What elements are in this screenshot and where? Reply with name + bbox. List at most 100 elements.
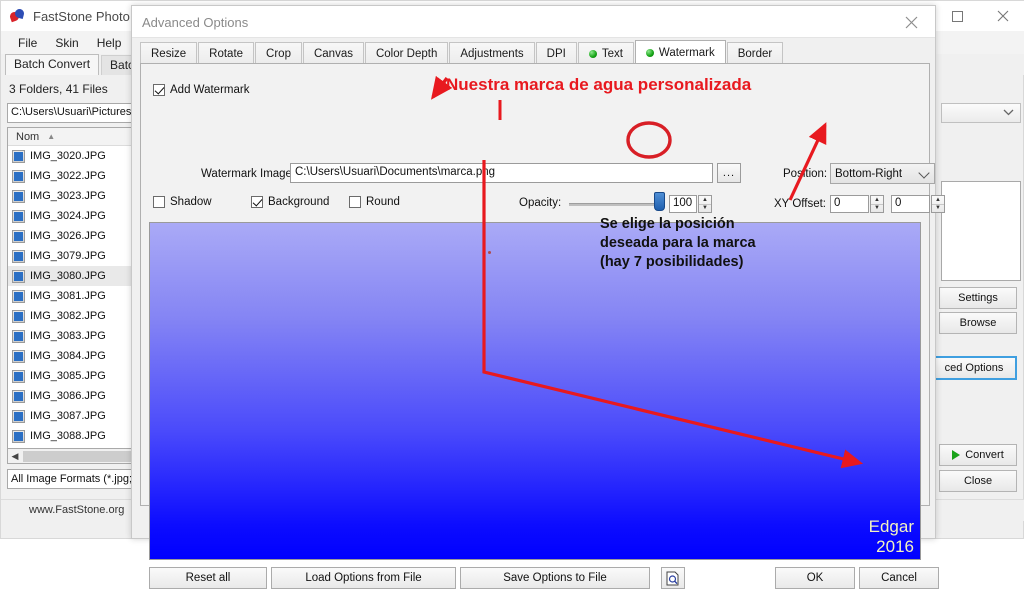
file-list-header[interactable]: Nom ▲ [8, 128, 133, 146]
file-list-item[interactable]: IMG_3079.JPG [8, 246, 133, 266]
ok-button[interactable]: OK [775, 567, 855, 589]
maximize-icon[interactable] [935, 1, 980, 31]
output-preview-box [941, 181, 1021, 281]
advanced-options-button[interactable]: ced Options [931, 356, 1017, 380]
file-list-item[interactable]: IMG_3024.JPG [8, 206, 133, 226]
position-select[interactable]: Bottom-Right [830, 163, 935, 184]
image-file-icon [12, 349, 25, 363]
xy-offset-y-input[interactable]: 0 [891, 195, 930, 213]
preview-watermark-line1: Edgar [868, 517, 914, 536]
file-list-item[interactable]: IMG_3022.JPG [8, 166, 133, 186]
watermark-image-input[interactable]: C:\Users\Usuari\Documents\marca.png [290, 163, 713, 183]
close-button[interactable]: Close [939, 470, 1017, 492]
stepper-down-icon[interactable]: ▼ [699, 205, 711, 213]
file-list-item[interactable]: IMG_3082.JPG [8, 306, 133, 326]
stepper-down-icon[interactable]: ▼ [932, 205, 944, 213]
file-list-item[interactable]: IMG_3081.JPG [8, 286, 133, 306]
background-label: Background [268, 196, 330, 208]
xy-offset-x-input[interactable]: 0 [830, 195, 869, 213]
image-file-icon [12, 309, 25, 323]
round-checkbox[interactable]: Round [349, 196, 400, 208]
close-icon[interactable] [980, 1, 1024, 31]
dialog-tab-resize[interactable]: Resize [140, 42, 198, 64]
window-controls [935, 1, 1024, 31]
dialog-titlebar: Advanced Options [132, 6, 935, 38]
xy-offset-x-stepper[interactable]: ▲ ▼ [870, 195, 884, 213]
opacity-label: Opacity: [519, 197, 562, 209]
file-list-item[interactable]: IMG_3020.JPG [8, 146, 133, 166]
file-list-item-label: IMG_3085.JPG [30, 370, 106, 382]
dialog-tab-adjustments[interactable]: Adjustments [449, 42, 535, 64]
dialog-tab-color-depth[interactable]: Color Depth [364, 42, 449, 64]
opacity-stepper[interactable]: ▲ ▼ [698, 195, 712, 213]
file-list-item[interactable]: IMG_3026.JPG [8, 226, 133, 246]
file-list-item-label: IMG_3079.JPG [30, 250, 106, 262]
menu-help[interactable]: Help [88, 34, 131, 52]
background-checkbox[interactable]: Background [251, 196, 329, 208]
file-list-rows: IMG_3020.JPG IMG_3022.JPG IMG_3023.JPG IMG_… [8, 146, 133, 448]
chevron-left-icon[interactable]: ◀ [8, 451, 22, 462]
file-list[interactable]: Nom ▲ IMG_3020.JPG IMG_3022.JPG IMG_3023.J… [7, 127, 134, 449]
dialog-tab-label: Canvas [313, 47, 353, 60]
watermark-browse-button[interactable]: ... [717, 163, 741, 183]
file-list-item[interactable]: IMG_3080.JPG [8, 266, 133, 286]
tab-batch-convert[interactable]: Batch Convert [5, 54, 100, 75]
folder-path-input[interactable]: C:\Users\Usuari\Pictures\ [7, 103, 133, 123]
image-file-icon [12, 429, 25, 443]
opacity-slider-thumb[interactable] [654, 192, 665, 211]
file-list-item[interactable]: IMG_3083.JPG [8, 326, 133, 346]
file-list-hscrollbar[interactable]: ◀ [7, 449, 134, 464]
menu-skin[interactable]: Skin [46, 34, 87, 52]
menu-file[interactable]: File [9, 34, 46, 52]
file-list-item[interactable]: IMG_3085.JPG [8, 366, 133, 386]
close-icon[interactable] [895, 10, 927, 34]
checkbox-box [251, 196, 263, 208]
file-list-item-label: IMG_3020.JPG [30, 150, 106, 162]
save-options-button[interactable]: Save Options to File [460, 567, 650, 589]
preview-dot [488, 251, 491, 254]
chevron-down-icon [918, 167, 930, 179]
file-list-item[interactable]: IMG_3088.JPG [8, 426, 133, 446]
reset-all-button[interactable]: Reset all [149, 567, 267, 589]
stepper-down-icon[interactable]: ▼ [871, 205, 883, 213]
add-watermark-checkbox[interactable]: Add Watermark [153, 84, 249, 96]
cancel-button[interactable]: Cancel [859, 567, 939, 589]
file-list-item-label: IMG_3084.JPG [30, 350, 106, 362]
file-list-item[interactable]: IMG_3023.JPG [8, 186, 133, 206]
dialog-tab-border[interactable]: Border [726, 42, 784, 64]
file-list-item[interactable]: IMG_3087.JPG [8, 406, 133, 426]
stepper-up-icon[interactable]: ▲ [871, 196, 883, 205]
dialog-tab-canvas[interactable]: Canvas [302, 42, 364, 64]
dialog-tab-rotate[interactable]: Rotate [198, 42, 255, 64]
checkbox-box [153, 196, 165, 208]
xy-offset-y-stepper[interactable]: ▲ ▼ [931, 195, 945, 213]
format-filter-select[interactable]: All Image Formats (*.jpg; [7, 469, 134, 489]
dialog-tab-text[interactable]: Text [577, 42, 634, 64]
load-options-button[interactable]: Load Options from File [271, 567, 456, 589]
dialog-tab-dpi[interactable]: DPI [535, 42, 577, 64]
hscroll-thumb[interactable] [23, 450, 132, 462]
convert-button-label: Convert [965, 449, 1004, 461]
stepper-up-icon[interactable]: ▲ [932, 196, 944, 205]
image-file-icon [12, 389, 25, 403]
image-file-icon [12, 229, 25, 243]
dialog-tab-crop[interactable]: Crop [255, 42, 302, 64]
settings-button[interactable]: Settings [939, 287, 1017, 309]
dialog-tab-watermark[interactable]: Watermark [634, 40, 726, 64]
browse-button[interactable]: Browse [939, 312, 1017, 334]
output-format-select[interactable] [941, 103, 1021, 123]
opacity-value-input[interactable]: 100 [669, 195, 697, 213]
file-list-item[interactable]: IMG_3084.JPG [8, 346, 133, 366]
convert-button[interactable]: Convert [939, 444, 1017, 466]
dialog-tab-label: Crop [266, 47, 291, 60]
image-file-icon [12, 409, 25, 423]
preview-watermark-text: Edgar 2016 [869, 517, 914, 557]
shadow-label: Shadow [170, 196, 212, 208]
position-value: Bottom-Right [835, 167, 903, 180]
magnifier-preview-icon[interactable] [661, 567, 685, 589]
file-list-item[interactable]: IMG_3086.JPG [8, 386, 133, 406]
shadow-checkbox[interactable]: Shadow [153, 196, 212, 208]
stepper-up-icon[interactable]: ▲ [699, 196, 711, 205]
opacity-slider-track[interactable] [569, 203, 664, 206]
file-list-item-label: IMG_3024.JPG [30, 210, 106, 222]
